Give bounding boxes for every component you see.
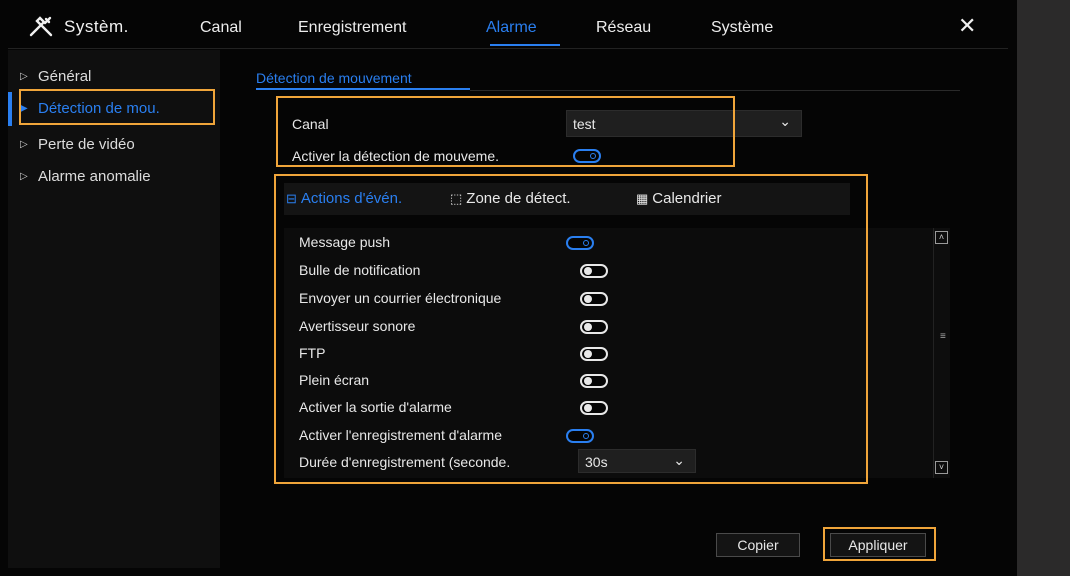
tab-canal[interactable]: Canal [200, 19, 242, 37]
section-divider [470, 90, 960, 91]
tab-calendar[interactable]: ▦ Calendrier [636, 190, 722, 207]
sidebar-item-label: Alarme anomalie [38, 168, 151, 185]
brand: Systèm. [28, 16, 129, 38]
tab-label: Zone de détect. [466, 190, 571, 207]
enable-motion-label: Activer la détection de mouveme. [292, 148, 499, 164]
scrollbar[interactable]: ˄ ≡ ˅ [933, 228, 950, 478]
tab-enregistrement[interactable]: Enregistrement [298, 19, 407, 37]
apply-button[interactable]: Appliquer [830, 533, 926, 557]
sidebar-item-video-loss[interactable]: ▷ Perte de vidéo [20, 136, 135, 153]
tab-systeme[interactable]: Système [711, 19, 773, 37]
channel-select-value: test [573, 116, 596, 132]
notification-bubble-toggle[interactable] [580, 264, 608, 278]
buzzer-toggle[interactable] [580, 320, 608, 334]
recording-duration-label: Durée d'enregistrement (seconde. [299, 454, 511, 470]
section-title-underline [256, 88, 470, 90]
tools-icon [29, 16, 53, 37]
list-item-label: Message push [299, 234, 391, 250]
scroll-up-icon[interactable]: ˄ [935, 231, 948, 244]
triangle-right-outline-icon: ▷ [20, 171, 28, 182]
fullscreen-toggle[interactable] [580, 374, 608, 388]
recording-duration-value: 30s [585, 454, 608, 470]
copy-button[interactable]: Copier [716, 533, 800, 557]
sidebar-item-general[interactable]: ▷ Général [20, 68, 91, 85]
enable-motion-toggle[interactable] [573, 149, 601, 163]
alarm-output-toggle[interactable] [580, 401, 608, 415]
chevron-down-icon: ⌄ [779, 113, 791, 129]
tab-reseau[interactable]: Réseau [596, 19, 651, 37]
sidebar-item-label: Général [38, 68, 92, 85]
event-actions-list: Message push Bulle de notification Envoy… [284, 228, 936, 478]
event-actions-icon: ⊟ [286, 190, 297, 206]
list-item-label: Bulle de notification [299, 262, 421, 278]
alarm-recording-toggle[interactable] [566, 429, 594, 443]
sidebar-item-anomaly-alarm[interactable]: ▷ Alarme anomalie [20, 168, 151, 185]
tab-label: Calendrier [652, 190, 722, 207]
list-item-label: Avertisseur sonore [299, 318, 416, 334]
scroll-thumb-icon[interactable]: ≡ [940, 331, 946, 342]
sidebar-item-label: Perte de vidéo [38, 136, 135, 153]
sidebar-active-indicator [8, 92, 12, 126]
chevron-down-icon: ⌄ [673, 452, 685, 468]
active-tab-indicator [490, 44, 560, 46]
triangle-right-outline-icon: ▷ [20, 139, 28, 150]
channel-select[interactable]: test ⌄ [566, 110, 802, 137]
sidebar-item-motion-detection[interactable]: ▶ Détection de mou. [20, 100, 160, 117]
list-item-label: Activer l'enregistrement d'alarme [299, 427, 502, 443]
recording-duration-select[interactable]: 30s ⌄ [578, 449, 696, 473]
tab-label: Actions d'évén. [300, 190, 403, 207]
list-item-label: Envoyer un courrier électronique [299, 290, 502, 306]
push-message-toggle[interactable] [566, 236, 594, 250]
channel-label: Canal [292, 116, 329, 132]
triangle-right-outline-icon: ▷ [20, 71, 28, 82]
list-item-label: Activer la sortie d'alarme [299, 399, 452, 415]
triangle-right-filled-icon: ▶ [20, 103, 28, 114]
close-icon[interactable]: ✕ [958, 14, 976, 38]
scroll-down-icon[interactable]: ˅ [935, 461, 948, 474]
list-item-label: FTP [299, 345, 326, 361]
right-margin-strip [1017, 0, 1070, 576]
nvr-screen: Systèm. Canal Enregistrement Alarme Rése… [0, 0, 1017, 576]
tab-alarme[interactable]: Alarme [486, 19, 537, 37]
tab-event-actions[interactable]: ⊟ Actions d'évén. [286, 190, 402, 207]
sidebar: ▷ Général ▶ Détection de mou. ▷ Perte de… [8, 50, 220, 568]
ftp-toggle[interactable] [580, 347, 608, 361]
top-bar: Systèm. Canal Enregistrement Alarme Rése… [8, 8, 1008, 49]
main-panel: Détection de mouvement Canal test ⌄ Acti… [220, 50, 1010, 568]
calendar-icon: ▦ [636, 190, 649, 206]
list-item-label: Plein écran [299, 372, 370, 388]
section-title: Détection de mouvement [256, 70, 412, 86]
detection-zone-icon: ⬚ [450, 190, 463, 206]
send-email-toggle[interactable] [580, 292, 608, 306]
app-title: Systèm. [64, 17, 129, 36]
tab-detection-zone[interactable]: ⬚ Zone de détect. [450, 190, 571, 207]
sub-tabs: ⊟ Actions d'évén. ⬚ Zone de détect. ▦ Ca… [284, 183, 850, 215]
sidebar-item-label: Détection de mou. [38, 100, 160, 117]
